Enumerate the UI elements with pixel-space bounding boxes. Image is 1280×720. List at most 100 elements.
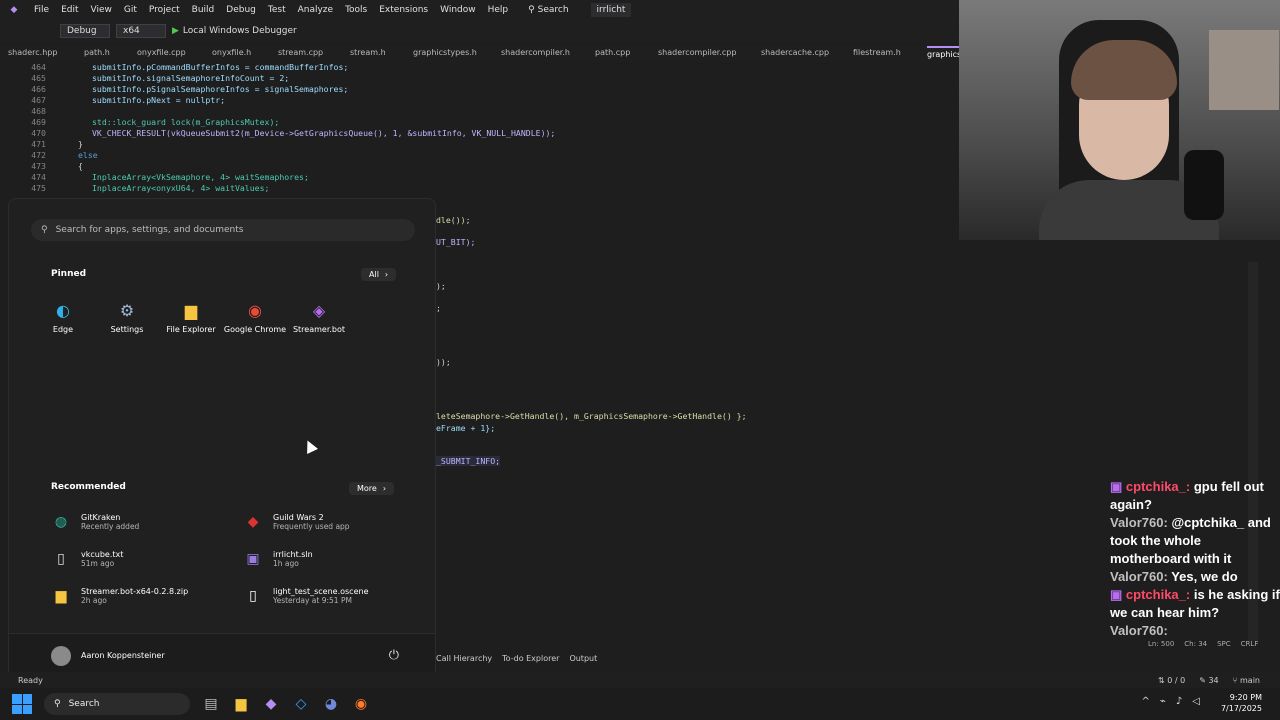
background-shelf bbox=[1209, 30, 1279, 110]
line-number: 467 bbox=[31, 95, 46, 105]
code-line: 466 submitInfo.pSignalSemaphoreInfos = si… bbox=[0, 84, 960, 95]
taskbar: ⚲ Search ▤ ▆ ◆ ◇ ◕ ◉ ^ ⌁ ♪ ◁ 9:20 PM 7/1… bbox=[0, 688, 1280, 720]
tab-filestream-h[interactable]: filestream.h bbox=[853, 46, 927, 62]
code-line: 465 submitInfo.signalSemaphoreInfoCount =… bbox=[0, 73, 960, 84]
chevron-right-icon: › bbox=[384, 270, 389, 279]
menu-extensions[interactable]: Extensions bbox=[373, 5, 434, 15]
tab-path-cpp[interactable]: path.cpp bbox=[595, 46, 658, 62]
vscode-icon[interactable]: ◇ bbox=[290, 693, 312, 715]
tab-shadercompiler-h[interactable]: shadercompiler.h bbox=[501, 46, 595, 62]
volume-icon[interactable]: ◁ bbox=[1192, 696, 1200, 707]
recommended-item[interactable]: ▯ light_test_scene.oscene Yesterday at 9:5… bbox=[243, 586, 368, 606]
pinned-app-streamerbot[interactable]: ◈ Streamer.bot bbox=[287, 299, 351, 335]
power-icon[interactable]: ⏻ bbox=[389, 648, 399, 663]
tab-call-hierarchy[interactable]: Call Hierarchy bbox=[436, 654, 492, 668]
user-name[interactable]: Aaron Koppensteiner bbox=[81, 651, 165, 660]
tab-shaderc-hpp[interactable]: shaderc.hpp bbox=[0, 46, 80, 62]
windows-start-icon[interactable] bbox=[12, 694, 32, 714]
firefox-icon[interactable]: ◉ bbox=[350, 693, 372, 715]
pinned-app-file-explorer[interactable]: ▆ File Explorer bbox=[159, 299, 223, 335]
line-ending[interactable]: CRLF bbox=[1241, 640, 1259, 648]
start-search-placeholder: Search for apps, settings, and documents bbox=[55, 225, 244, 235]
recommended-item[interactable]: ◍ GitKraken Recently added bbox=[51, 512, 139, 532]
menu-git[interactable]: Git bbox=[118, 5, 143, 15]
code-text: std::lock_guard lock(m_GraphicsMutex); bbox=[92, 117, 280, 127]
menu-window[interactable]: Window bbox=[434, 5, 482, 15]
menu-debug[interactable]: Debug bbox=[220, 5, 262, 15]
settings-icon: ⚙ bbox=[119, 300, 135, 320]
taskbar-search[interactable]: ⚲ Search bbox=[44, 693, 190, 715]
whitespace-mode[interactable]: SPC bbox=[1217, 640, 1231, 648]
menu-view[interactable]: View bbox=[85, 5, 118, 15]
tab-onyxfile-h[interactable]: onyxfile.h bbox=[212, 46, 278, 62]
config-dropdown[interactable]: Debug bbox=[60, 24, 110, 38]
status-ready: Ready bbox=[18, 675, 43, 685]
visual-studio-icon[interactable]: ◆ bbox=[260, 693, 282, 715]
all-apps-button[interactable]: All › bbox=[361, 268, 397, 281]
recommended-item[interactable]: ▆ Streamer.bot-x64-0.2.8.zip 2h ago bbox=[51, 586, 189, 606]
file-explorer-icon[interactable]: ▆ bbox=[230, 693, 252, 715]
avatar[interactable] bbox=[51, 645, 71, 666]
tab-todo-explorer[interactable]: To-do Explorer bbox=[502, 654, 559, 668]
recommended-name: GitKraken bbox=[81, 513, 121, 522]
chat-message: Valor760: bbox=[1110, 622, 1280, 640]
tab-output[interactable]: Output bbox=[569, 654, 597, 668]
menu-edit[interactable]: Edit bbox=[55, 5, 84, 15]
menu-help[interactable]: Help bbox=[482, 5, 515, 15]
recommended-item[interactable]: ▯ vkcube.txt 51m ago bbox=[51, 549, 123, 569]
code-text: VK_CHECK_RESULT(vkQueueSubmit2(m_Device-… bbox=[92, 128, 556, 138]
menu-tools[interactable]: Tools bbox=[339, 5, 373, 15]
menu-test[interactable]: Test bbox=[262, 5, 292, 15]
pinned-app-label: Settings bbox=[110, 325, 144, 334]
pinned-app-chrome[interactable]: ◉ Google Chrome bbox=[223, 299, 287, 335]
code-fragment: )); bbox=[436, 357, 451, 367]
pinned-app-settings[interactable]: ⚙ Settings bbox=[95, 299, 159, 335]
pending-edits-label: 34 bbox=[1208, 675, 1219, 685]
tab-onyxfile-cpp[interactable]: onyxfile.cpp bbox=[137, 46, 212, 62]
microphone-icon[interactable]: ♪ bbox=[1176, 696, 1182, 707]
recommended-name: vkcube.txt bbox=[81, 550, 124, 559]
run-button[interactable]: ▶ Local Windows Debugger bbox=[172, 26, 297, 36]
pending-edits[interactable]: ✎ 34 bbox=[1199, 676, 1218, 685]
tab-graphics-active[interactable]: graphics bbox=[927, 46, 960, 62]
tab-graphicstypes-h[interactable]: graphicstypes.h bbox=[413, 46, 501, 62]
chat-user: Valor760: bbox=[1110, 569, 1168, 584]
recommended-sub: 1h ago bbox=[273, 559, 299, 568]
tab-path-h[interactable]: path.h bbox=[80, 46, 137, 62]
recommended-item[interactable]: ◆ Guild Wars 2 Frequently used app bbox=[243, 512, 350, 532]
start-search-input[interactable]: ⚲ Search for apps, settings, and documen… bbox=[31, 219, 415, 241]
git-branch[interactable]: ⑂ main bbox=[1233, 676, 1260, 685]
folder-icon: ▆ bbox=[184, 300, 198, 320]
task-view-icon[interactable]: ▤ bbox=[200, 693, 222, 715]
code-text: { bbox=[78, 161, 83, 171]
tab-shadercache-cpp[interactable]: shadercache.cpp bbox=[761, 46, 853, 62]
menu-project[interactable]: Project bbox=[143, 5, 186, 15]
menu-search[interactable]: ⚲ Search bbox=[522, 5, 574, 15]
code-line: 472 else bbox=[0, 150, 960, 161]
code-line: 464 submitInfo.pCommandBufferInfos = comm… bbox=[0, 62, 960, 73]
network-icon[interactable]: ⌁ bbox=[1160, 696, 1166, 707]
gitkraken-icon: ◍ bbox=[54, 514, 68, 530]
code-text: submitInfo.pCommandBufferInfos = command… bbox=[92, 62, 349, 72]
tab-shadercompiler-cpp[interactable]: shadercompiler.cpp bbox=[658, 46, 761, 62]
tab-stream-h[interactable]: stream.h bbox=[350, 46, 413, 62]
all-apps-label: All bbox=[369, 270, 379, 279]
clock[interactable]: 9:20 PM 7/17/2025 bbox=[1221, 692, 1262, 714]
pinned-app-edge[interactable]: ◐ Edge bbox=[31, 299, 95, 335]
menu-analyze[interactable]: Analyze bbox=[292, 5, 339, 15]
code-line: 469 std::lock_guard lock(m_GraphicsMutex)… bbox=[0, 117, 960, 128]
toolbar: Debug x64 ▶ Local Windows Debugger bbox=[0, 20, 960, 42]
tab-stream-cpp[interactable]: stream.cpp bbox=[278, 46, 350, 62]
discord-icon[interactable]: ◕ bbox=[320, 693, 342, 715]
chevron-up-icon[interactable]: ^ bbox=[1141, 696, 1149, 707]
git-changes[interactable]: ⇅ 0 / 0 bbox=[1158, 676, 1185, 685]
line-number: 470 bbox=[31, 128, 46, 138]
pinned-app-label: Edge bbox=[52, 325, 74, 334]
branch-icon: ⑂ bbox=[1232, 675, 1240, 685]
menu-file[interactable]: File bbox=[28, 5, 55, 15]
solution-name: irrlicht bbox=[590, 3, 632, 17]
recommended-item[interactable]: ▣ irrlicht.sln 1h ago bbox=[243, 549, 312, 569]
menu-build[interactable]: Build bbox=[186, 5, 221, 15]
more-button[interactable]: More › bbox=[349, 482, 395, 495]
platform-dropdown[interactable]: x64 bbox=[116, 24, 166, 38]
